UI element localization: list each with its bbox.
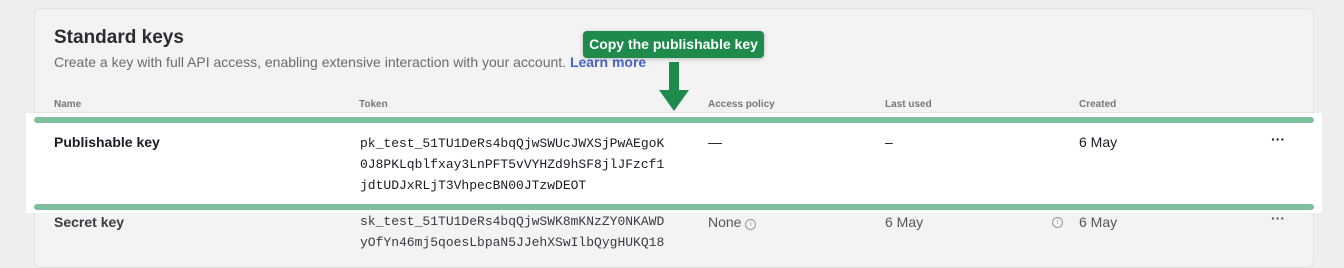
created-value: 6 May — [1079, 214, 1118, 230]
row-name: Publishable key — [54, 134, 160, 150]
token-line: 0J8PKLqblfxay3LnPFT5vVYHZd9hSF8jlJFzcf1 — [360, 157, 665, 172]
row-name: Secret key — [54, 214, 125, 230]
last-used-value: 6 May — [885, 214, 924, 230]
highlight-bar-bottom — [34, 204, 1314, 210]
section-title: Standard keys — [54, 27, 184, 48]
access-policy-cell: None i — [708, 214, 757, 230]
arrow-down-icon — [659, 62, 689, 111]
created-value: 6 May — [1079, 134, 1118, 150]
section-subtitle: Create a key with full API access, enabl… — [54, 54, 646, 70]
highlight-bar-top — [34, 117, 1314, 123]
token-line: jdtUDJxRLjT3VhpecBN00JTzwDEOT — [360, 178, 587, 193]
last-used-value: – — [885, 134, 893, 150]
token-line: sk_test_51TU1DeRs4bqQjwSWK8mKNzZY0NKAWD — [360, 214, 665, 229]
row-menu-button[interactable]: ··· — [1271, 131, 1285, 147]
column-header-access-policy: Access policy — [708, 99, 775, 110]
token-value[interactable]: sk_test_51TU1DeRs4bqQjwSWK8mKNzZY0NKAWD … — [360, 211, 664, 253]
copy-key-tooltip: Copy the publishable key — [583, 31, 764, 58]
column-header-created: Created — [1079, 99, 1117, 110]
subtitle-text: Create a key with full API access, enabl… — [54, 54, 567, 70]
token-line: pk_test_51TU1DeRs4bqQjwSWUcJWXSjPwAEgoK — [360, 136, 665, 151]
column-header-last-used: Last used — [885, 99, 932, 110]
access-policy-value: None — [708, 214, 742, 230]
column-header-name: Name — [54, 99, 82, 110]
info-icon[interactable]: i — [1052, 217, 1063, 228]
token-value[interactable]: pk_test_51TU1DeRs4bqQjwSWUcJWXSjPwAEgoK … — [360, 133, 664, 196]
access-policy-value: — — [708, 134, 722, 150]
info-icon[interactable]: i — [745, 219, 757, 230]
token-line: yOfYn46mj5qoesLbpaN5JJehXSwIlbQygHUKQ18 — [360, 235, 665, 250]
column-header-token: Token — [359, 99, 388, 110]
highlight-panel — [26, 113, 1322, 213]
